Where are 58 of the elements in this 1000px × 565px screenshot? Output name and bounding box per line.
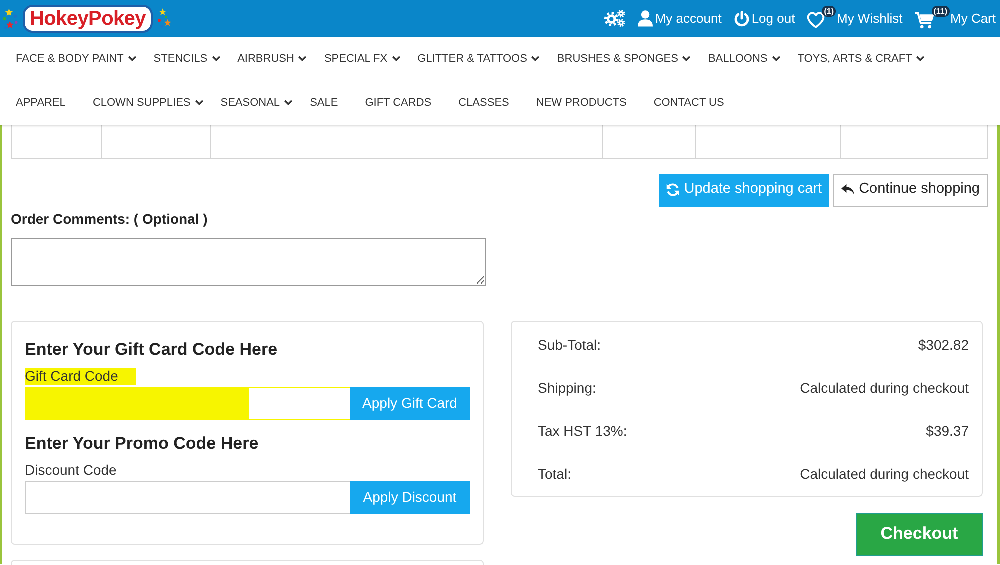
menu-item[interactable]: BALLOONS (708, 50, 781, 68)
account-link[interactable]: My account (638, 8, 722, 28)
menu-item[interactable]: AIRBRUSH (238, 50, 308, 68)
section-heading: Enter Your Promo Code Here (25, 432, 259, 454)
code-input-field[interactable] (25, 480, 351, 514)
chevron-down-icon (128, 56, 137, 62)
count-badge: (11) (932, 6, 950, 16)
field-label: Discount Code (25, 462, 117, 478)
cart-link[interactable]: (11) My Cart (914, 6, 996, 32)
wishlist-link[interactable]: (1) My Wishlist (807, 6, 903, 32)
menu-item[interactable]: SEASONAL (220, 94, 294, 112)
summary-value: $39.37 (926, 422, 969, 440)
menu-item[interactable]: NEW PRODUCTS (536, 94, 627, 112)
menu-item[interactable]: GIFT CARDS (365, 94, 432, 112)
summary-label: Sub-Total: (538, 336, 602, 354)
chevron-down-icon (284, 100, 294, 106)
reply-arrow-icon (841, 184, 856, 196)
menu-item[interactable]: SPECIAL FX (324, 50, 401, 68)
confetti-icon (3, 6, 19, 30)
menu-item[interactable]: CLASSES (458, 94, 510, 112)
refresh-icon (666, 183, 680, 197)
summary-value: Calculated during checkout (800, 378, 969, 398)
menu-item[interactable]: TOYS, ARTS & CRAFT (798, 50, 926, 68)
summary-value: $302.82 (918, 336, 969, 354)
chevron-down-icon (392, 56, 401, 62)
chevron-down-icon (916, 56, 926, 62)
user-icon (638, 10, 654, 27)
count-badge: (1) (822, 6, 836, 16)
chevron-down-icon (772, 56, 781, 62)
continue-shopping-button[interactable]: Continue shopping (833, 174, 988, 206)
summary-label: Total: (538, 464, 572, 484)
chevron-down-icon (194, 100, 204, 106)
menu-item[interactable]: SALE (310, 94, 338, 112)
comments-field[interactable] (11, 238, 486, 286)
chevron-down-icon (212, 56, 221, 62)
menu-item[interactable]: APPAREL (16, 94, 66, 112)
logout-link[interactable]: Log out (734, 8, 796, 28)
chevron-down-icon (531, 56, 540, 62)
chevron-down-icon (298, 56, 308, 62)
menu-item[interactable]: BRUSHES & SPONGES (557, 50, 692, 68)
menu-item[interactable]: CLOWN SUPPLIES (92, 94, 204, 112)
site-logo[interactable]: HokeyPokey (23, 4, 153, 32)
cart-icon (914, 10, 935, 28)
section-heading: Enter Your Gift Card Code Here (25, 338, 278, 360)
summary-label: Tax HST 13%: (538, 422, 628, 440)
menu-item[interactable]: STENCILS (154, 50, 221, 68)
menu-item[interactable]: CONTACT US (654, 94, 724, 112)
confetti-icon (156, 6, 172, 30)
power-icon (734, 10, 750, 26)
menu-item[interactable]: GLITTER & TATTOOS (418, 50, 540, 68)
comments-label: Order Comments: ( Optional ) (11, 210, 208, 228)
heart-icon (807, 12, 826, 28)
field-label: Gift Card Code (25, 368, 136, 384)
settings-icon[interactable] (604, 9, 626, 28)
summary-value: Calculated during checkout (800, 464, 969, 484)
summary-label: Shipping: (538, 378, 596, 398)
chevron-down-icon (682, 56, 692, 62)
menu-item[interactable]: FACE & BODY PAINT (16, 50, 137, 68)
